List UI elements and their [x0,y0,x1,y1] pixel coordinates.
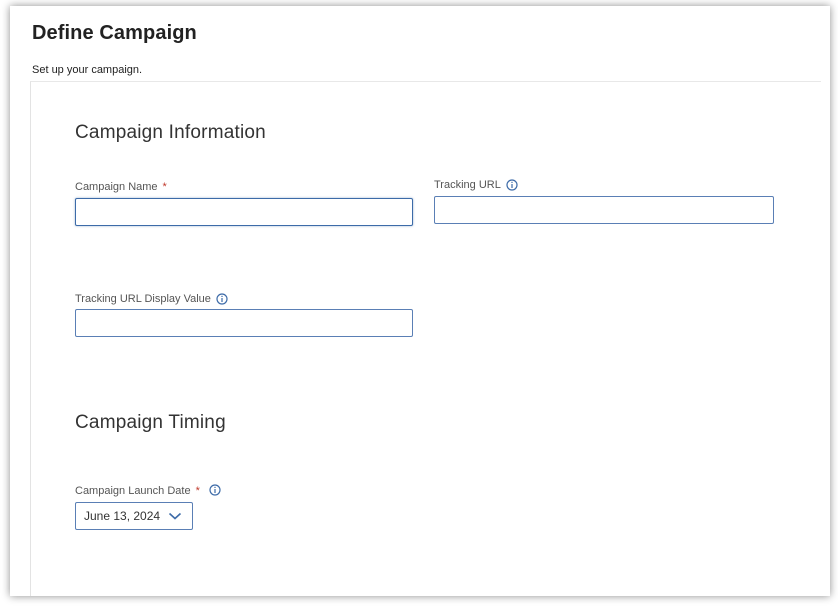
campaign-form-panel: Campaign Information Campaign Name * Tra… [30,81,821,596]
page-subtitle: Set up your campaign. [32,64,143,76]
tracking-url-label-text: Tracking URL [434,179,501,191]
campaign-launch-date-value: June 13, 2024 [84,509,161,523]
info-icon[interactable] [216,293,228,305]
page-title: Define Campaign [32,22,197,44]
tracking-url-input[interactable] [434,196,774,224]
campaign-timing-heading: Campaign Timing [75,412,226,433]
required-mark: * [195,485,200,497]
campaign-launch-date-select[interactable]: June 13, 2024 [75,502,193,530]
info-icon[interactable] [209,483,221,496]
define-campaign-window: Define Campaign Set up your campaign. Ca… [10,6,830,596]
chevron-down-icon [169,512,182,520]
campaign-name-label: Campaign Name * [75,181,167,193]
campaign-launch-date-label-text: Campaign Launch Date [75,485,191,497]
campaign-name-label-text: Campaign Name [75,181,158,193]
campaign-name-input[interactable] [75,198,413,226]
campaign-launch-date-label: Campaign Launch Date * [75,483,221,497]
campaign-information-heading: Campaign Information [75,122,266,143]
required-mark: * [162,181,167,193]
info-icon[interactable] [506,179,518,191]
tracking-url-label: Tracking URL [434,179,518,191]
tracking-url-display-value-label-text: Tracking URL Display Value [75,293,211,305]
tracking-url-display-value-input[interactable] [75,309,413,337]
tracking-url-display-value-label: Tracking URL Display Value [75,293,228,305]
